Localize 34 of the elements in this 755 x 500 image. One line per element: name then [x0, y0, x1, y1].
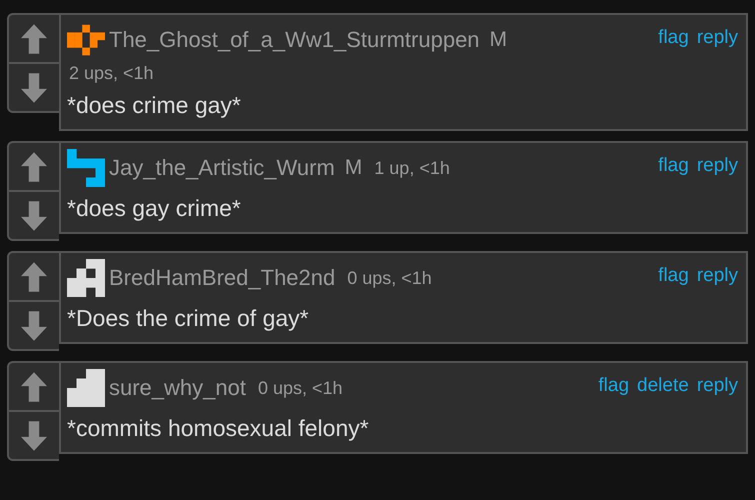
- avatar-icon[interactable]: [67, 149, 105, 187]
- avatar-icon[interactable]: [67, 259, 105, 297]
- action-link[interactable]: reply: [696, 155, 738, 177]
- vote-count: 2 ups, <1h: [69, 63, 154, 84]
- comment-text: *does crime gay*: [67, 92, 242, 119]
- action-link[interactable]: flag: [658, 27, 689, 49]
- comment-text: *does gay crime*: [67, 195, 242, 222]
- username-link[interactable]: The_Ghost_of_a_Ww1_Sturmtruppen: [109, 27, 480, 53]
- avatar-icon[interactable]: [67, 369, 105, 407]
- action-link[interactable]: delete: [637, 375, 689, 397]
- username-link[interactable]: BredHamBred_The2nd: [109, 265, 336, 291]
- downvote-arrow-icon[interactable]: [21, 420, 47, 450]
- action-link[interactable]: flag: [658, 155, 689, 177]
- mod-label: M: [344, 156, 362, 180]
- comment-text: *Does the crime of gay*: [67, 305, 310, 332]
- vote-count: 0 ups, <1h: [258, 378, 343, 398]
- upvote-arrow-icon[interactable]: [21, 372, 47, 402]
- mod-label: M: [490, 28, 508, 52]
- vote-count: 0 ups, <1h: [347, 268, 432, 288]
- action-link[interactable]: reply: [696, 375, 738, 397]
- vote-count: 1 up, <1h: [374, 158, 450, 178]
- username-link[interactable]: Jay_the_Artistic_Wurm: [109, 155, 335, 181]
- username-link[interactable]: sure_why_not: [109, 375, 246, 401]
- downvote-arrow-icon[interactable]: [21, 200, 47, 230]
- upvote-arrow-icon[interactable]: [21, 24, 47, 54]
- downvote-arrow-icon[interactable]: [21, 72, 47, 102]
- action-link[interactable]: flag: [598, 375, 630, 397]
- comment-text: *commits homosexual felony*: [67, 415, 370, 442]
- upvote-arrow-icon[interactable]: [21, 262, 47, 292]
- action-link[interactable]: flag: [658, 265, 689, 287]
- downvote-arrow-icon[interactable]: [21, 310, 47, 340]
- upvote-arrow-icon[interactable]: [21, 152, 47, 182]
- action-link[interactable]: reply: [696, 265, 738, 287]
- action-link[interactable]: reply: [696, 27, 738, 49]
